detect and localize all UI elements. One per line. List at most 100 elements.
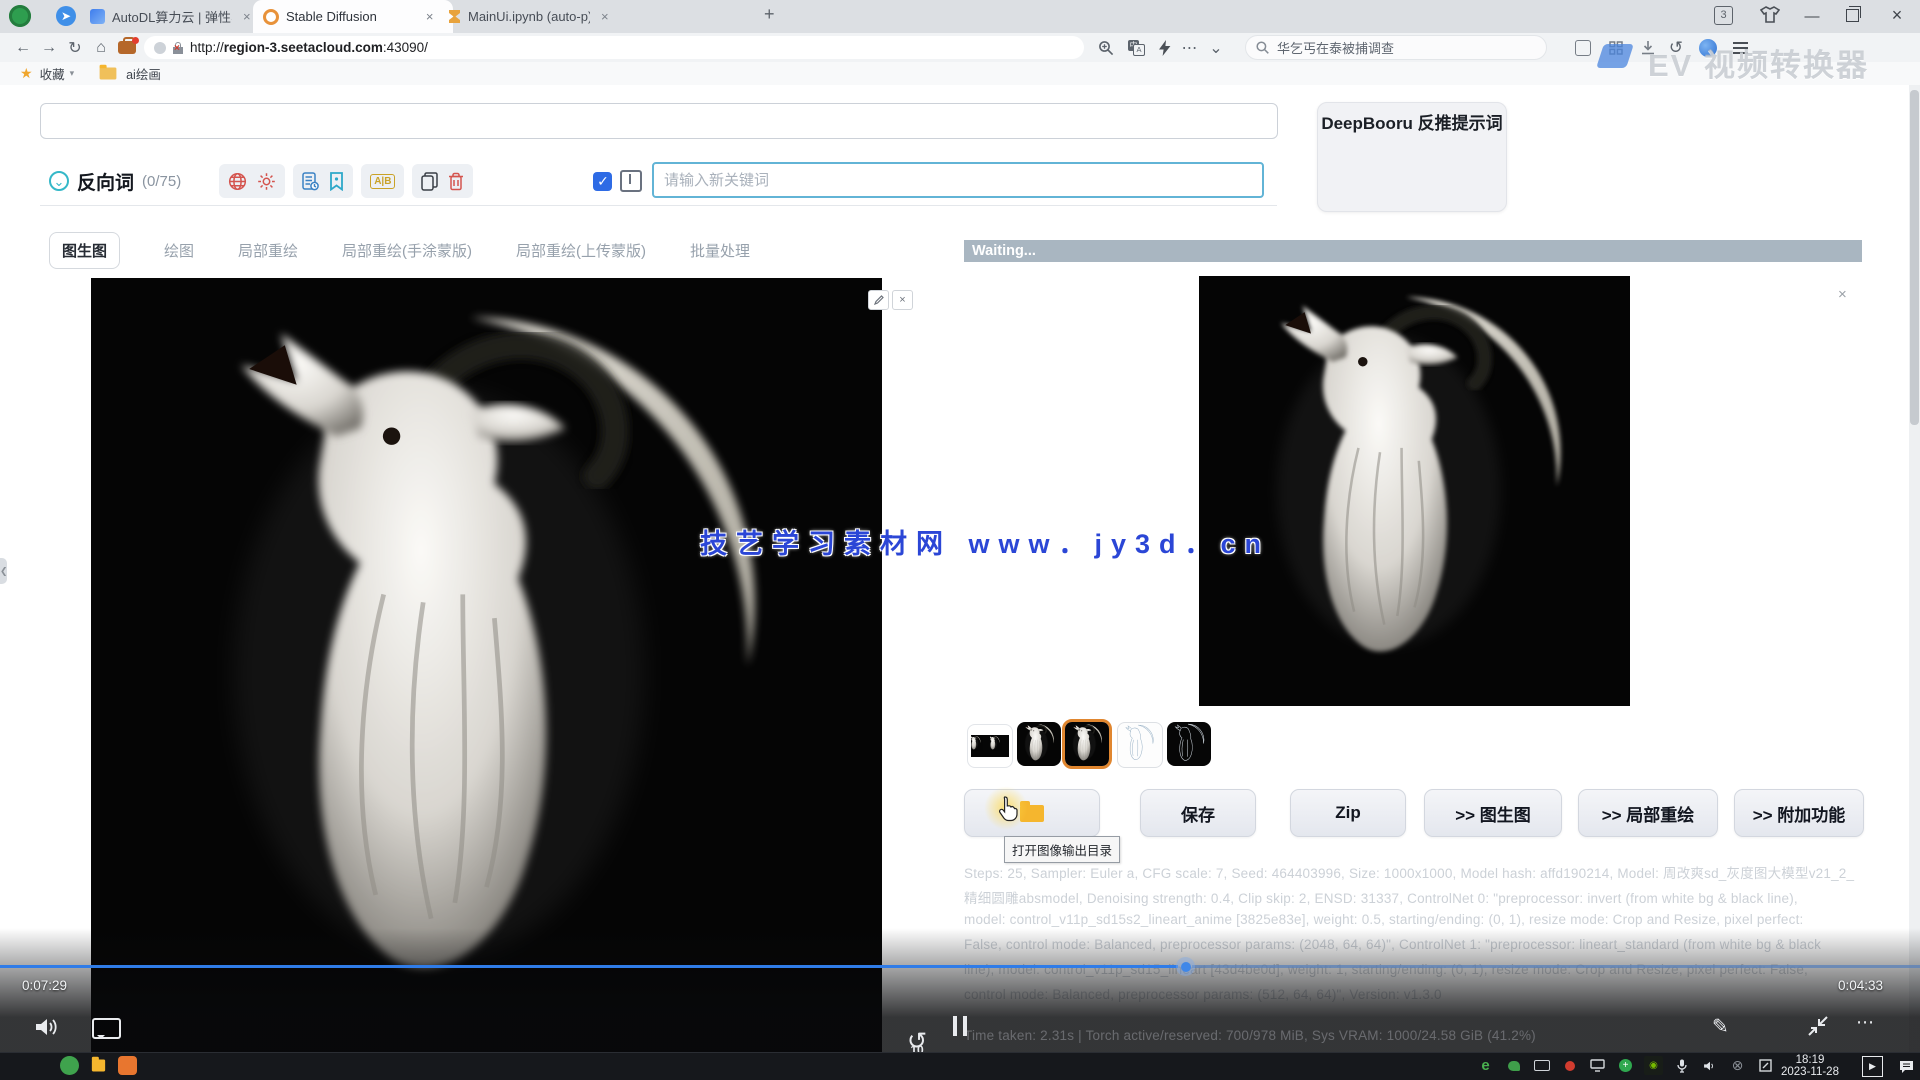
taskbar-clock[interactable]: 18:19 2023-11-28 xyxy=(1766,1054,1854,1078)
clear-image-button[interactable]: × xyxy=(892,290,913,310)
toolbar-more-icon[interactable]: ⋯ xyxy=(1177,38,1203,58)
back-icon[interactable]: ← xyxy=(10,39,36,57)
bird-tray-icon[interactable] xyxy=(1504,1056,1523,1075)
tab-sketch[interactable]: 绘图 xyxy=(164,240,194,261)
thumbnail-selected[interactable] xyxy=(1062,719,1112,769)
bookmark-folder-label[interactable]: ai绘画 xyxy=(126,64,161,83)
tab-close-icon[interactable]: × xyxy=(601,9,609,24)
new-tab-button[interactable]: + xyxy=(764,4,775,25)
result-image[interactable] xyxy=(1199,276,1630,706)
status-bar: Waiting... xyxy=(964,240,1862,262)
notification-icon[interactable] xyxy=(1897,1057,1916,1076)
progress-knob[interactable] xyxy=(1176,957,1195,976)
close-result-icon[interactable]: × xyxy=(1838,286,1847,303)
new-keyword-input[interactable] xyxy=(652,162,1264,198)
send-to-inpaint-button[interactable]: >> 局部重绘 xyxy=(1578,789,1718,837)
subtitle-icon[interactable] xyxy=(92,1018,121,1039)
ie-tray-icon[interactable]: e xyxy=(1476,1056,1495,1075)
keep-keywords-checkbox[interactable]: ✓ xyxy=(593,172,612,191)
tab-inpaint-sketch[interactable]: 局部重绘(手涂蒙版) xyxy=(342,240,472,261)
tab-batch[interactable]: 批量处理 xyxy=(690,240,750,261)
workspace-briefcase-icon[interactable] xyxy=(118,41,136,54)
params-line: 精细圆雕absmodel, Denoising strength: 0.4, C… xyxy=(964,887,1864,907)
nvidia-tray-icon[interactable]: ◉ xyxy=(1644,1056,1663,1075)
search-hotword[interactable]: 华乞丐在泰被捕调查 xyxy=(1277,38,1394,57)
tab-img2img[interactable]: 图生图 xyxy=(49,232,120,269)
trash-icon[interactable] xyxy=(448,172,464,191)
tab-count-badge[interactable]: 3 xyxy=(1714,6,1733,25)
player-more-icon[interactable]: ⋯ xyxy=(1856,1012,1876,1033)
edit-image-button[interactable] xyxy=(868,290,889,310)
speaker-tray-icon[interactable] xyxy=(1700,1056,1719,1075)
green-app-icon[interactable] xyxy=(60,1056,79,1075)
keyboard-tray-icon[interactable] xyxy=(1532,1056,1551,1075)
reload-icon[interactable]: ↻ xyxy=(62,38,88,58)
textfield-mode-icon[interactable] xyxy=(620,170,642,192)
progress-bar-remaining[interactable] xyxy=(1192,965,1920,968)
send-to-img2img-button[interactable]: >> 图生图 xyxy=(1424,789,1562,837)
taskbar-left-icons xyxy=(60,1056,137,1075)
translate-icon[interactable]: 中 A xyxy=(1128,40,1145,56)
deepbooru-button[interactable]: DeepBooru 反推提示词 xyxy=(1317,102,1507,212)
record-tray-icon[interactable] xyxy=(1560,1056,1579,1075)
tab-inpaint-upload[interactable]: 局部重绘(上传蒙版) xyxy=(516,240,646,261)
prompt-box-clipped[interactable] xyxy=(40,103,1278,139)
send-to-extras-button[interactable]: >> 附加功能 xyxy=(1734,789,1864,837)
icon-group-3: A|B xyxy=(361,164,404,198)
favorites-caret-icon[interactable]: ▾ xyxy=(70,68,75,79)
volume-icon[interactable] xyxy=(34,1016,60,1038)
thumbnail-2[interactable] xyxy=(1017,722,1061,766)
files-folder-icon[interactable] xyxy=(89,1056,108,1075)
thumbnail-grid[interactable] xyxy=(967,724,1013,768)
zoom-page-icon[interactable] xyxy=(1098,40,1114,56)
reader-mode-icon[interactable] xyxy=(1575,40,1591,56)
minimize-button[interactable]: — xyxy=(1795,8,1829,25)
globe-icon[interactable] xyxy=(228,172,247,191)
favorites-label[interactable]: 收藏 xyxy=(40,64,65,83)
shrink-window-icon[interactable] xyxy=(1806,1014,1830,1038)
zip-button[interactable]: Zip xyxy=(1290,789,1406,837)
theme-skin-icon[interactable] xyxy=(1760,6,1780,23)
media-play-tray-icon[interactable]: ▶ xyxy=(1862,1056,1883,1077)
favorites-star-icon[interactable]: ★ xyxy=(20,65,33,82)
copy-icon[interactable] xyxy=(421,172,438,191)
collapse-chevron-icon[interactable]: ⌄ xyxy=(49,171,69,191)
left-edge-handle[interactable]: ❮ xyxy=(0,558,7,584)
progress-bar-played[interactable] xyxy=(0,965,1178,968)
thumbnail-lineart-light[interactable] xyxy=(1117,722,1163,768)
site-info-icon[interactable] xyxy=(154,42,166,54)
tab-close-icon[interactable]: × xyxy=(426,9,434,24)
toolbar-collapse-icon[interactable]: ⌄ xyxy=(1203,38,1229,58)
search-box[interactable]: 华乞丐在泰被捕调查 xyxy=(1245,35,1547,60)
tab-inpaint[interactable]: 局部重绘 xyxy=(238,240,298,261)
remaining-time: 0:04:33 xyxy=(1838,978,1883,993)
ab-compare-icon[interactable]: A|B xyxy=(370,174,395,189)
page-scrollbar-thumb[interactable] xyxy=(1910,90,1919,425)
network-display-icon[interactable] xyxy=(1588,1056,1607,1075)
bookmark-icon[interactable] xyxy=(329,172,344,191)
thumbnail-lineart-dark[interactable] xyxy=(1167,722,1211,766)
hourglass-icon xyxy=(448,9,461,24)
close-button[interactable]: × xyxy=(1880,5,1914,26)
url-text[interactable]: http://region-3.seetacloud.com:43090/ xyxy=(190,40,428,55)
updater-tray-icon[interactable]: + xyxy=(1616,1056,1635,1075)
browser-logo-icon[interactable] xyxy=(9,5,31,27)
save-button[interactable]: 保存 xyxy=(1140,789,1256,837)
forward-icon[interactable]: → xyxy=(36,39,62,57)
performance-lightning-icon[interactable] xyxy=(1159,40,1171,56)
tab-close-icon[interactable]: × xyxy=(243,9,251,24)
restore-button[interactable] xyxy=(1846,9,1859,22)
annotate-pencil-icon[interactable]: ✎ xyxy=(1712,1014,1729,1039)
pause-button[interactable] xyxy=(953,1016,967,1036)
tab-autodl[interactable]: AutoDL算力云 | 弹性、好用... × xyxy=(80,0,272,33)
disabled-tray-icon[interactable]: ⊗ xyxy=(1728,1056,1747,1075)
quick-back-icon[interactable]: ➤ xyxy=(56,6,76,26)
orange-app-icon[interactable] xyxy=(118,1056,137,1075)
address-bar[interactable]: × http://region-3.seetacloud.com:43090/ xyxy=(144,36,1084,59)
tab-jupyter[interactable]: MainUi.ipynb (auto-p) - Jup... × xyxy=(438,0,636,33)
history-doc-icon[interactable] xyxy=(302,172,319,191)
microphone-tray-icon[interactable] xyxy=(1672,1056,1691,1075)
tab-stable-diffusion[interactable]: Stable Diffusion × xyxy=(253,0,453,33)
gear-icon[interactable] xyxy=(257,172,276,191)
home-icon[interactable]: ⌂ xyxy=(88,39,114,57)
